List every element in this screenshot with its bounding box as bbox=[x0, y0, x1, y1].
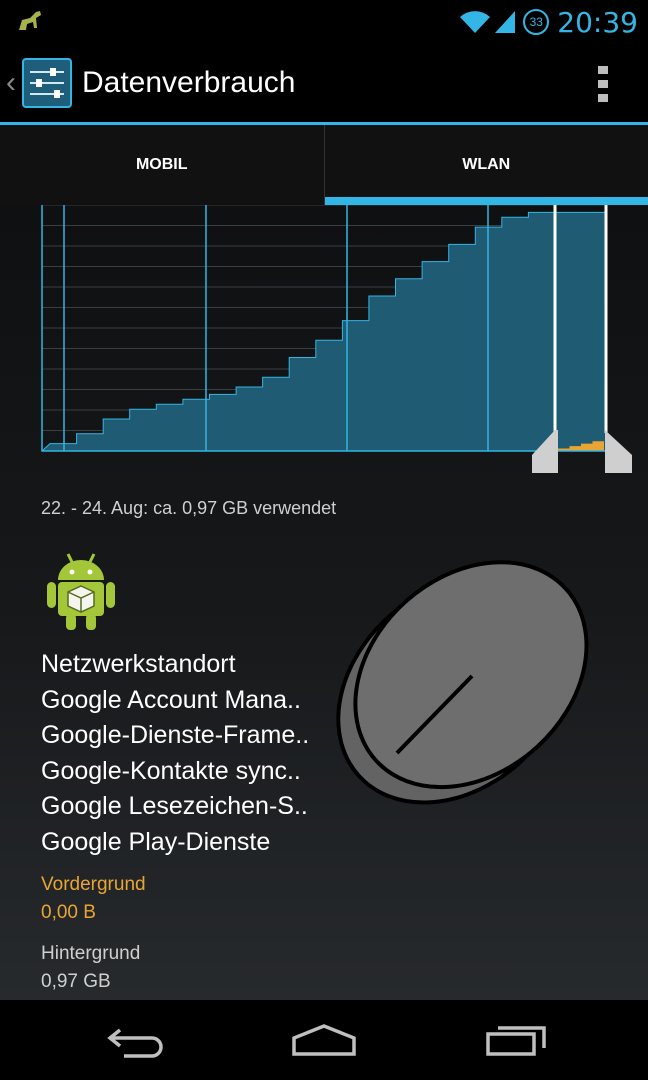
usage-summary: 22. - 24. Aug: ca. 0,97 GB verwendet bbox=[41, 498, 337, 518]
settings-sliders-icon[interactable] bbox=[22, 58, 72, 108]
foreground-label: Vordergrund bbox=[41, 874, 146, 895]
back-caret-icon[interactable]: ‹ bbox=[6, 66, 16, 100]
list-item: Google Account Mana.. bbox=[41, 685, 301, 714]
android-package-icon bbox=[47, 553, 115, 630]
clock: 20:39 bbox=[557, 5, 638, 39]
lizard-notification-icon bbox=[19, 11, 41, 30]
list-item: Netzwerkstandort bbox=[41, 650, 236, 678]
battery-icon: 33 bbox=[523, 9, 550, 35]
usage-area bbox=[40, 211, 607, 452]
tab-wlan[interactable]: WLAN bbox=[323, 125, 648, 205]
navigation-bar bbox=[0, 1000, 648, 1080]
list-item: Google Lesezeichen-S.. bbox=[41, 792, 308, 820]
action-bar: ‹ Datenverbrauch bbox=[0, 44, 648, 125]
wifi-icon bbox=[460, 11, 491, 34]
list-item: Google-Dienste-Frame.. bbox=[41, 721, 310, 749]
background-label: Hintergrund bbox=[41, 943, 141, 964]
battery-level: 33 bbox=[529, 15, 543, 29]
app-list: Netzwerkstandort Google Account Mana.. G… bbox=[41, 647, 309, 860]
foreground-value: 0,00 B bbox=[41, 902, 96, 923]
signal-icon bbox=[495, 11, 516, 33]
home-icon[interactable] bbox=[284, 1018, 364, 1062]
range-end-handle[interactable] bbox=[604, 205, 632, 473]
usage-chart[interactable] bbox=[0, 205, 648, 480]
tab-mobil[interactable]: MOBIL bbox=[0, 125, 324, 205]
back-icon[interactable] bbox=[98, 1018, 178, 1062]
tab-bar: MOBIL WLAN bbox=[0, 125, 648, 206]
page-title: Datenverbrauch bbox=[82, 66, 296, 99]
list-item: Google Play-Dienste bbox=[41, 827, 271, 856]
status-bar: 33 20:39 bbox=[0, 0, 648, 44]
content-area: 22. - 24. Aug: ca. 0,97 GB verwendet Net… bbox=[0, 205, 648, 1000]
usage-pie-chart bbox=[336, 560, 589, 805]
overflow-menu-icon[interactable] bbox=[598, 66, 610, 102]
background-value: 0,97 GB bbox=[41, 971, 111, 992]
list-item: Google-Kontakte sync.. bbox=[41, 756, 301, 785]
recents-icon[interactable] bbox=[476, 1018, 556, 1062]
